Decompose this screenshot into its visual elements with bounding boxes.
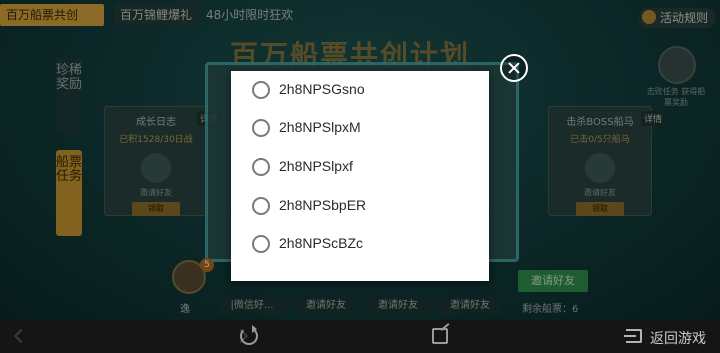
- account-select-dialog: 2h8NPSGsno 2h8NPSlpxM 2h8NPSlpxf 2h8NPSb…: [231, 71, 489, 281]
- return-label: 返回游戏: [650, 331, 706, 347]
- radio-button[interactable]: [252, 119, 270, 137]
- refresh-button[interactable]: [230, 320, 270, 353]
- option-item[interactable]: 2h8NPSlpxM: [231, 109, 489, 147]
- option-item[interactable]: 2h8NPSlpxf: [231, 148, 489, 186]
- chevron-left-icon: [13, 328, 29, 344]
- forward-button[interactable]: [110, 320, 249, 353]
- back-button[interactable]: [0, 320, 60, 353]
- option-label: 2h8NPSbpER: [279, 197, 367, 213]
- bottom-nav-bar: 返回游戏: [0, 320, 720, 353]
- refresh-arrow-icon: [252, 325, 257, 333]
- option-item[interactable]: 2h8NPScBZc: [231, 225, 489, 263]
- option-label: 2h8NPSlpxf: [279, 158, 353, 174]
- option-label: 2h8NPScBZc: [279, 235, 364, 251]
- option-label: 2h8NPSlpxM: [279, 119, 361, 135]
- option-item[interactable]: 2h8NPSbpER: [231, 187, 489, 225]
- radio-button[interactable]: [252, 81, 270, 99]
- close-icon[interactable]: [500, 54, 528, 82]
- return-to-game-button[interactable]: 返回游戏: [624, 320, 720, 353]
- exit-arrow-icon: [624, 335, 636, 337]
- share-button[interactable]: [424, 320, 464, 353]
- radio-button[interactable]: [252, 197, 270, 215]
- radio-button[interactable]: [252, 235, 270, 253]
- option-item[interactable]: 2h8NPSGsno: [231, 71, 489, 109]
- share-icon: [432, 328, 448, 344]
- option-label: 2h8NPSGsno: [279, 81, 365, 97]
- radio-button[interactable]: [252, 158, 270, 176]
